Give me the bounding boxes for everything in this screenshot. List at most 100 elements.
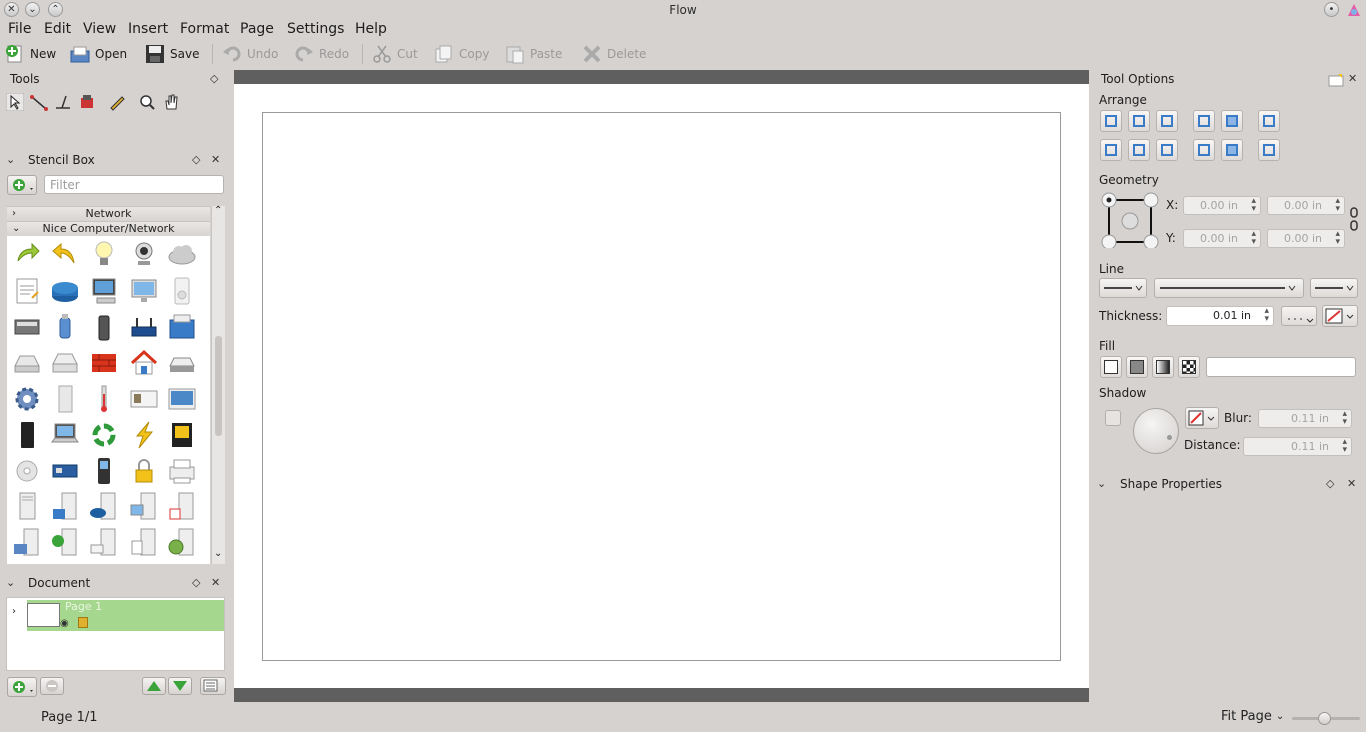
connection-tool-icon[interactable]	[30, 93, 48, 111]
line-end-marker-combo[interactable]	[1310, 278, 1358, 298]
zoom-combo[interactable]: Fit Page ⌄	[1221, 709, 1284, 724]
menu-insert[interactable]: Insert	[128, 21, 168, 37]
spin-arrows-icon[interactable]: ▴ ▾	[1251, 197, 1256, 214]
stencil-padlock[interactable]	[129, 456, 159, 486]
spin-arrows-icon[interactable]: ▴ ▾	[1342, 410, 1347, 427]
shadow-enable-checkbox[interactable]	[1105, 410, 1121, 426]
menu-page[interactable]: Page	[240, 21, 274, 37]
expand-chevron-icon[interactable]: ›	[12, 606, 16, 617]
stencil-monitor[interactable]	[129, 276, 159, 306]
stencil-computer[interactable]	[89, 276, 119, 306]
group-button[interactable]	[1258, 110, 1280, 132]
shadow-angle-dial[interactable]	[1133, 408, 1179, 454]
stencil-server-database[interactable]	[89, 491, 119, 521]
tool-options-folder-icon[interactable]	[1328, 73, 1344, 87]
scroll-down-icon[interactable]: ⌄	[214, 548, 222, 559]
stencil-router[interactable]	[129, 312, 159, 342]
lock-icon[interactable]	[78, 617, 88, 628]
menu-edit[interactable]: Edit	[44, 21, 71, 37]
add-page-button[interactable]	[7, 677, 37, 697]
pan-hand-tool-icon[interactable]	[162, 93, 180, 111]
line-color-combo[interactable]	[1322, 305, 1358, 327]
stencil-thermometer[interactable]	[89, 384, 119, 414]
spin-arrows-icon[interactable]: ▴ ▾	[1342, 438, 1347, 455]
stencil-id-card[interactable]	[129, 384, 159, 414]
bring-to-front-button[interactable]	[1221, 110, 1243, 132]
fill-gradient-button[interactable]	[1152, 356, 1174, 378]
stencil-scrollbar[interactable]: ⌃ ⌄	[211, 205, 225, 564]
stencil-printer[interactable]	[167, 456, 197, 486]
copy-button[interactable]: Copy	[434, 42, 489, 66]
stencil-picture[interactable]	[167, 384, 197, 414]
zoom-slider-handle[interactable]	[1318, 712, 1331, 725]
thickness-input[interactable]: 0.01 in ▴ ▾	[1166, 306, 1274, 326]
cut-button[interactable]: Cut	[372, 42, 418, 66]
stencil-undo-arrow[interactable]	[50, 239, 80, 269]
new-button[interactable]: New	[5, 42, 56, 66]
align-right-button[interactable]	[1156, 110, 1178, 132]
path-tool-icon[interactable]	[54, 93, 72, 111]
bring-forward-button[interactable]	[1193, 110, 1215, 132]
stencil-gear[interactable]	[12, 384, 42, 414]
fill-pattern-button[interactable]	[1178, 356, 1200, 378]
page-canvas[interactable]	[262, 112, 1061, 661]
height-input[interactable]: 0.00 in ▴ ▾	[1267, 229, 1345, 248]
line-start-marker-combo[interactable]	[1099, 278, 1147, 298]
menu-settings[interactable]: Settings	[287, 21, 344, 37]
stencil-server[interactable]	[12, 491, 42, 521]
stencil-phone-black[interactable]	[12, 420, 42, 450]
stencil-lightning[interactable]	[129, 420, 159, 450]
align-top-button[interactable]	[1100, 139, 1122, 161]
spin-arrows-icon[interactable]: ▴ ▾	[1335, 197, 1340, 214]
remove-page-button[interactable]	[40, 677, 64, 695]
ungroup-button[interactable]	[1258, 139, 1280, 161]
stencil-printer-blue[interactable]	[167, 312, 197, 342]
spin-arrows-icon[interactable]: ▴ ▾	[1264, 307, 1269, 324]
close-docker-icon[interactable]: ✕	[211, 153, 220, 166]
x-position-input[interactable]: 0.00 in ▴ ▾	[1183, 196, 1261, 215]
stencil-server-monitor[interactable]	[129, 491, 159, 521]
stencil-document[interactable]	[12, 276, 42, 306]
close-docker-icon[interactable]: ✕	[1347, 477, 1356, 490]
stencil-network-card[interactable]	[50, 456, 80, 486]
spin-arrows-icon[interactable]: ▴ ▾	[1251, 230, 1256, 247]
stencil-laptop[interactable]	[50, 420, 80, 450]
stencil-home[interactable]	[129, 348, 159, 378]
width-input[interactable]: 0.00 in ▴ ▾	[1267, 196, 1345, 215]
pencil-tool-icon[interactable]	[108, 93, 126, 111]
visibility-eye-icon[interactable]: ◉	[60, 618, 69, 629]
fill-solid-button[interactable]	[1126, 356, 1148, 378]
stencil-server-alert[interactable]	[167, 491, 197, 521]
join-style-combo[interactable]	[1281, 306, 1317, 326]
collapse-docker-icon[interactable]: ⌄	[1097, 477, 1106, 490]
calligraphy-tool-icon[interactable]	[78, 93, 96, 111]
stencil-webcam[interactable]	[129, 239, 159, 269]
shadow-color-combo[interactable]	[1185, 407, 1219, 429]
add-stencil-button[interactable]	[7, 175, 37, 195]
align-left-button[interactable]	[1100, 110, 1122, 132]
menu-view[interactable]: View	[83, 21, 116, 37]
stencil-lightbulb[interactable]	[89, 239, 119, 269]
stencil-sd-card[interactable]	[167, 420, 197, 450]
view-mode-button[interactable]	[200, 677, 226, 695]
fill-color-combo[interactable]	[1206, 357, 1356, 377]
stencil-tower[interactable]	[50, 384, 80, 414]
menu-help[interactable]: Help	[355, 21, 387, 37]
send-to-back-button[interactable]	[1221, 139, 1243, 161]
collapse-docker-icon[interactable]: ⌄	[6, 153, 15, 166]
save-button[interactable]: Save	[145, 42, 199, 66]
collapse-docker-icon[interactable]: ⌄	[6, 576, 15, 589]
stencil-harddrive[interactable]	[12, 348, 42, 378]
redo-button[interactable]: Redo	[294, 42, 349, 66]
float-docker-icon[interactable]: ◇	[192, 153, 200, 166]
spin-arrows-icon[interactable]: ▴ ▾	[1335, 230, 1340, 247]
stencil-server-card[interactable]	[89, 527, 119, 557]
stencil-server-folder[interactable]	[12, 527, 42, 557]
stencil-usb-drive[interactable]	[50, 312, 80, 342]
stencil-scanner[interactable]	[12, 312, 42, 342]
align-center-button[interactable]	[1128, 110, 1150, 132]
move-page-up-button[interactable]	[142, 677, 166, 695]
send-backward-button[interactable]	[1193, 139, 1215, 161]
stencil-server-docs[interactable]	[129, 527, 159, 557]
stencil-optical-drive[interactable]	[50, 348, 80, 378]
